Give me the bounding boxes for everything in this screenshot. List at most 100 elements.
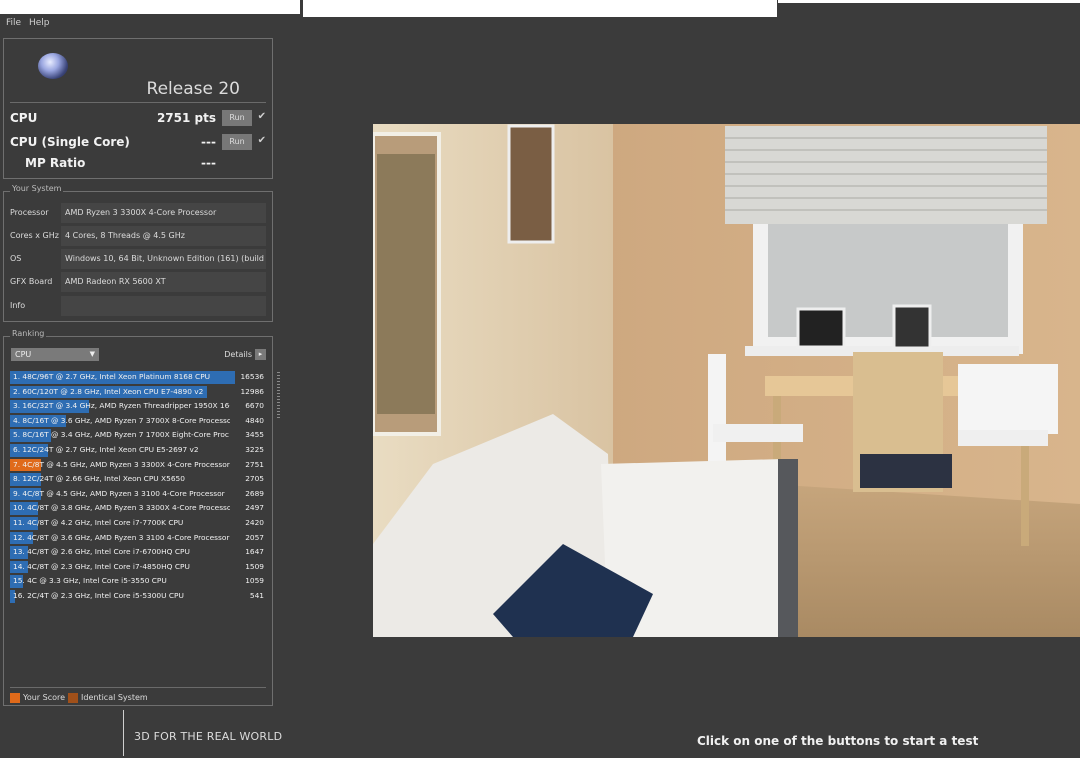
ranking-cpu-label: 16. 2C/4T @ 2.3 GHz, Intel Core i5-5300U…	[13, 590, 184, 600]
ranking-score: 2689	[245, 488, 264, 498]
ranking-cpu-label: 15. 4C @ 3.3 GHz, Intel Core i5-3550 CPU	[13, 576, 167, 586]
ranking-cpu-label: 1. 48C/96T @ 2.7 GHz, Intel Xeon Platinu…	[13, 372, 211, 381]
panel-splitter-handle[interactable]	[277, 372, 280, 418]
ranking-cpu-label: 4. 8C/16T @ 3.6 GHz, AMD Ryzen 7 3700X 8…	[13, 415, 230, 425]
field-label: Cores x GHz	[10, 231, 59, 240]
checkmark-icon[interactable]: ✔	[258, 135, 266, 146]
ranking-row[interactable]: 10. 4C/8T @ 3.8 GHz, AMD Ryzen 3 3300X 4…	[10, 501, 266, 516]
system-row-info: Info	[10, 296, 266, 316]
legend-identical-system: Identical System	[81, 693, 148, 702]
ranking-score: 4840	[245, 415, 264, 425]
divider	[123, 710, 124, 756]
field-label: Processor	[10, 208, 49, 217]
benchmark-score: 2751 pts	[156, 111, 216, 125]
ranking-row[interactable]: 7. 4C/8T @ 4.5 GHz, AMD Ryzen 3 3300X 4-…	[10, 458, 266, 473]
ranking-cpu-label: 14. 4C/8T @ 2.3 GHz, Intel Core i7-4850H…	[13, 561, 190, 571]
field-label: Info	[10, 301, 26, 310]
ranking-row[interactable]: 15. 4C @ 3.3 GHz, Intel Core i5-3550 CPU…	[10, 574, 266, 589]
window-top-edge	[778, 0, 1080, 3]
divider	[10, 687, 266, 688]
ranking-score: 3455	[245, 430, 264, 440]
ranking-row[interactable]: 4. 8C/16T @ 3.6 GHz, AMD Ryzen 7 3700X 8…	[10, 414, 266, 429]
ranking-row[interactable]: 11. 4C/8T @ 4.2 GHz, Intel Core i7-7700K…	[10, 516, 266, 531]
ranking-row[interactable]: 12. 4C/8T @ 3.6 GHz, AMD Ryzen 3 3100 4-…	[10, 531, 266, 546]
toolbar-strip	[303, 0, 777, 17]
os-field[interactable]: Windows 10, 64 Bit, Unknown Edition (161…	[61, 249, 266, 269]
system-row-cores: Cores x GHz 4 Cores, 8 Threads @ 4.5 GHz	[10, 226, 266, 246]
ranking-row[interactable]: 1. 48C/96T @ 2.7 GHz, Intel Xeon Platinu…	[10, 370, 266, 385]
your-score-swatch	[10, 693, 20, 703]
ranking-score: 1509	[245, 561, 264, 571]
ranking-score: 1647	[245, 547, 264, 557]
release-label: Release 20	[146, 79, 240, 99]
ranking-row[interactable]: 3. 16C/32T @ 3.4 GHz, AMD Ryzen Threadri…	[10, 399, 266, 414]
benchmark-row-cpu: CPU 2751 pts Run ✔	[10, 110, 266, 128]
ranking-cpu-label: 2. 60C/120T @ 2.8 GHz, Intel Xeon CPU E7…	[13, 386, 204, 396]
benchmark-score: ---	[201, 135, 216, 149]
benchmark-label: MP Ratio	[25, 156, 86, 170]
cores-field[interactable]: 4 Cores, 8 Threads @ 4.5 GHz	[61, 226, 266, 246]
ranking-score: 12986	[240, 386, 264, 396]
menu-help[interactable]: Help	[29, 18, 50, 28]
rendered-room-image	[373, 124, 1080, 637]
select-value: CPU	[15, 350, 32, 359]
details-toggle-button[interactable]: ▸	[255, 349, 266, 360]
ranking-type-select[interactable]: CPU ▼	[11, 348, 99, 361]
benchmark-label: CPU (Single Core)	[10, 135, 130, 149]
system-row-os: OS Windows 10, 64 Bit, Unknown Edition (…	[10, 249, 266, 269]
menu-bar: File Help	[0, 0, 300, 34]
ranking-score: 2420	[245, 517, 264, 527]
ranking-score: 2705	[245, 474, 264, 484]
info-field[interactable]	[61, 296, 266, 316]
ranking-score: 1059	[245, 576, 264, 586]
ranking-row[interactable]: 2. 60C/120T @ 2.8 GHz, Intel Xeon CPU E7…	[10, 385, 266, 400]
field-label: OS	[10, 254, 22, 263]
ranking-score: 3225	[245, 444, 264, 454]
divider	[10, 102, 266, 103]
benchmark-row-mp-ratio: MP Ratio ---	[10, 155, 266, 173]
ranking-score: 16536	[240, 372, 264, 381]
benchmark-label: CPU	[10, 111, 38, 125]
ranking-score: 6670	[245, 401, 264, 411]
panel-title: Your System	[10, 184, 64, 193]
legend-your-score: Your Score	[23, 693, 66, 702]
ranking-row[interactable]: 13. 4C/8T @ 2.6 GHz, Intel Core i7-6700H…	[10, 545, 266, 560]
chevron-down-icon: ▼	[89, 350, 95, 358]
ranking-score: 541	[249, 590, 264, 600]
identical-system-swatch	[68, 693, 78, 703]
processor-field[interactable]: AMD Ryzen 3 3300X 4-Core Processor	[61, 203, 266, 223]
ranking-panel: Ranking CPU ▼ Details ▸ 1. 48C/96T @ 2.7…	[3, 329, 273, 706]
panel-title: Ranking	[10, 329, 47, 338]
system-row-gfx: GFX Board AMD Radeon RX 5600 XT	[10, 272, 266, 292]
ranking-row[interactable]: 14. 4C/8T @ 2.3 GHz, Intel Core i7-4850H…	[10, 560, 266, 575]
checkmark-icon[interactable]: ✔	[258, 111, 266, 122]
run-single-core-button[interactable]: Run	[222, 134, 252, 150]
ranking-score: 2751	[245, 459, 264, 469]
gfx-board-field[interactable]: AMD Radeon RX 5600 XT	[61, 272, 266, 292]
ranking-cpu-label: 13. 4C/8T @ 2.6 GHz, Intel Core i7-6700H…	[13, 547, 190, 557]
ranking-cpu-label: 7. 4C/8T @ 4.5 GHz, AMD Ryzen 3 3300X 4-…	[13, 459, 230, 469]
benchmark-score: ---	[201, 156, 216, 170]
ranking-cpu-label: 3. 16C/32T @ 3.4 GHz, AMD Ryzen Threadri…	[13, 401, 230, 411]
run-cpu-button[interactable]: Run	[222, 110, 252, 126]
benchmark-row-single-core: CPU (Single Core) --- Run ✔	[10, 134, 266, 152]
render-viewport	[373, 124, 1080, 637]
details-label: Details	[224, 350, 252, 359]
system-row-processor: Processor AMD Ryzen 3 3300X 4-Core Proce…	[10, 203, 266, 223]
benchmark-panel: Release 20 CPU 2751 pts Run ✔ CPU (Singl…	[3, 38, 273, 179]
ranking-cpu-label: 12. 4C/8T @ 3.6 GHz, AMD Ryzen 3 3100 4-…	[13, 532, 230, 542]
ranking-row[interactable]: 6. 12C/24T @ 2.7 GHz, Intel Xeon CPU E5-…	[10, 443, 266, 458]
ranking-score: 2057	[245, 532, 264, 542]
ranking-row[interactable]: 5. 8C/16T @ 3.4 GHz, AMD Ryzen 7 1700X E…	[10, 428, 266, 443]
ranking-row[interactable]: 9. 4C/8T @ 4.5 GHz, AMD Ryzen 3 3100 4-C…	[10, 487, 266, 502]
ranking-score: 2497	[245, 503, 264, 513]
ranking-list: 1. 48C/96T @ 2.7 GHz, Intel Xeon Platinu…	[10, 370, 266, 604]
menu-file[interactable]: File	[6, 18, 21, 28]
ranking-row[interactable]: 16. 2C/4T @ 2.3 GHz, Intel Core i5-5300U…	[10, 589, 266, 604]
ranking-row[interactable]: 8. 12C/24T @ 2.66 GHz, Intel Xeon CPU X5…	[10, 472, 266, 487]
field-label: GFX Board	[10, 277, 53, 286]
tagline: 3D FOR THE REAL WORLD	[134, 730, 283, 743]
your-system-panel: Your System Processor AMD Ryzen 3 3300X …	[3, 184, 273, 322]
ranking-cpu-label: 10. 4C/8T @ 3.8 GHz, AMD Ryzen 3 3300X 4…	[13, 503, 230, 513]
status-message: Click on one of the buttons to start a t…	[697, 734, 979, 748]
